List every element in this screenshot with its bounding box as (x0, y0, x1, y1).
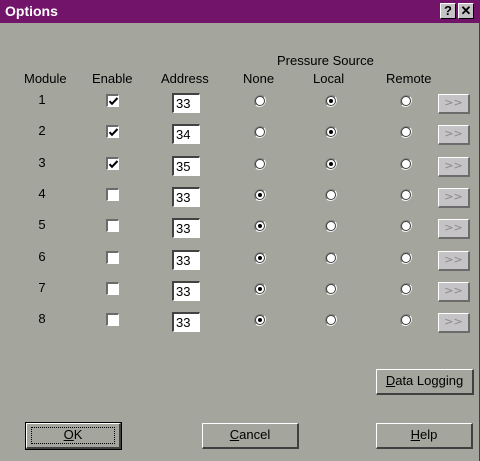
data-logging-button[interactable]: Data Logging (376, 369, 474, 395)
enable-checkbox[interactable] (106, 313, 119, 326)
radio-local[interactable] (325, 95, 337, 107)
module-number: 3 (38, 155, 46, 170)
more-button[interactable]: >> (438, 251, 470, 271)
address-field[interactable]: 33 (172, 281, 200, 301)
radio-remote[interactable] (400, 314, 412, 326)
header-remote: Remote (386, 71, 432, 86)
header-none: None (243, 71, 275, 86)
radio-none[interactable] (254, 95, 266, 107)
title-bar[interactable]: Options ? ✕ (0, 0, 480, 23)
enable-checkbox[interactable] (106, 282, 119, 295)
more-button[interactable]: >> (438, 94, 470, 114)
radio-remote[interactable] (400, 283, 412, 295)
more-button[interactable]: >> (438, 157, 470, 177)
module-number: 8 (38, 311, 46, 326)
radio-none[interactable] (254, 220, 266, 232)
radio-local[interactable] (325, 189, 337, 201)
radio-remote[interactable] (400, 252, 412, 264)
module-number: 2 (38, 123, 46, 138)
more-button[interactable]: >> (438, 219, 470, 239)
more-button[interactable]: >> (438, 313, 470, 333)
ok-button[interactable]: OK (25, 422, 122, 450)
radio-local[interactable] (325, 220, 337, 232)
address-field[interactable]: 33 (172, 250, 200, 270)
module-number: 7 (38, 280, 46, 295)
pressure-source-label: Pressure Source (277, 53, 374, 68)
header-module: Module (24, 71, 67, 86)
radio-remote[interactable] (400, 220, 412, 232)
radio-local[interactable] (325, 158, 337, 170)
address-field[interactable]: 33 (172, 312, 200, 332)
radio-remote[interactable] (400, 95, 412, 107)
radio-local[interactable] (325, 283, 337, 295)
address-field[interactable]: 33 (172, 187, 200, 207)
enable-checkbox[interactable] (106, 188, 119, 201)
radio-none[interactable] (254, 314, 266, 326)
more-button[interactable]: >> (438, 125, 470, 145)
enable-checkbox[interactable] (106, 219, 119, 232)
radio-remote[interactable] (400, 158, 412, 170)
module-number: 1 (38, 92, 46, 107)
address-field[interactable]: 35 (172, 156, 200, 176)
close-title-button[interactable]: ✕ (458, 3, 474, 19)
cancel-button[interactable]: Cancel (202, 423, 299, 449)
window-title: Options (5, 3, 58, 19)
radio-local[interactable] (325, 314, 337, 326)
header-enable: Enable (92, 71, 133, 86)
more-button[interactable]: >> (438, 188, 470, 208)
module-number: 4 (38, 186, 46, 201)
radio-none[interactable] (254, 189, 266, 201)
more-button[interactable]: >> (438, 282, 470, 302)
focus-rect (31, 427, 115, 444)
address-field[interactable]: 34 (172, 124, 200, 144)
radio-remote[interactable] (400, 126, 412, 138)
radio-remote[interactable] (400, 189, 412, 201)
address-field[interactable]: 33 (172, 93, 200, 113)
address-field[interactable]: 33 (172, 218, 200, 238)
header-address: Address (161, 71, 209, 86)
module-number: 6 (38, 249, 46, 264)
close-icon: ✕ (460, 3, 472, 18)
enable-checkbox[interactable] (106, 125, 119, 138)
enable-checkbox[interactable] (106, 157, 119, 170)
radio-none[interactable] (254, 158, 266, 170)
radio-local[interactable] (325, 126, 337, 138)
help-button[interactable]: Help (376, 423, 473, 449)
enable-checkbox[interactable] (106, 94, 119, 107)
radio-none[interactable] (254, 283, 266, 295)
question-icon: ? (444, 3, 452, 18)
module-number: 5 (38, 217, 46, 232)
radio-local[interactable] (325, 252, 337, 264)
header-local: Local (313, 71, 345, 86)
help-title-button[interactable]: ? (440, 3, 456, 19)
radio-none[interactable] (254, 252, 266, 264)
enable-checkbox[interactable] (106, 251, 119, 264)
options-dialog: Options ? ✕ Pressure Source Module Enabl… (0, 0, 480, 461)
radio-none[interactable] (254, 126, 266, 138)
